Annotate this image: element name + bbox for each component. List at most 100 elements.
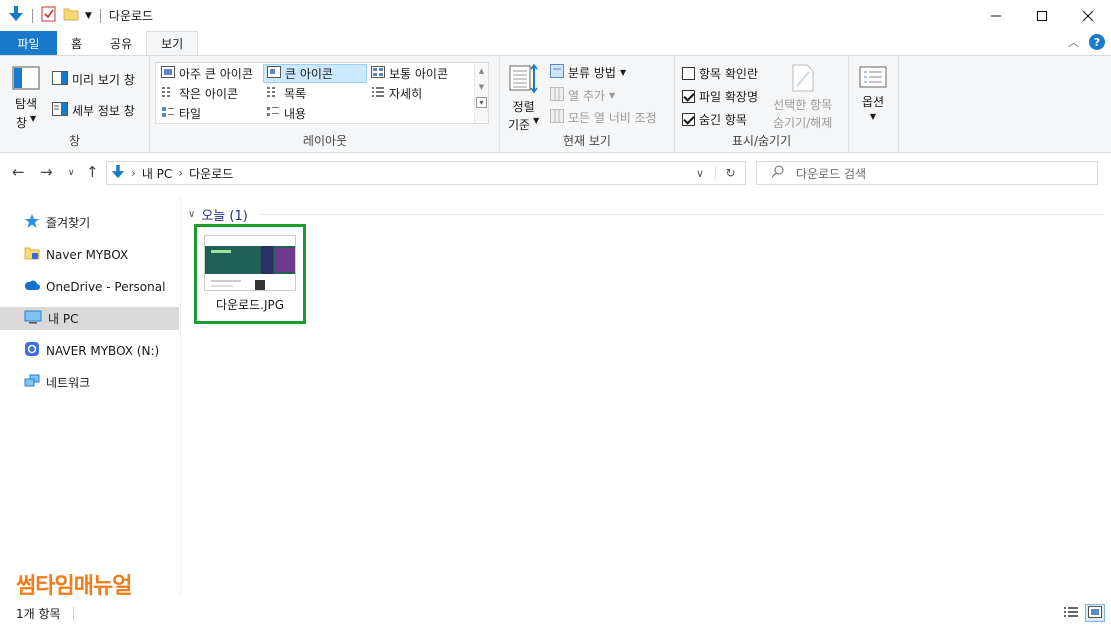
sort-by-button[interactable]: 정렬 기준 ▼: [508, 63, 539, 133]
tab-share[interactable]: 공유: [96, 31, 146, 55]
navigation-pane-icon: [12, 66, 40, 93]
tiles-icon: [161, 106, 175, 121]
item-checkboxes-toggle[interactable]: 항목 확인란: [682, 65, 758, 82]
mybox-folder-icon: [24, 245, 40, 264]
content-icon: [266, 106, 280, 121]
panes-group: 탐색 창 ▼ 미리 보기 창 세부 정보 창 창: [0, 56, 150, 152]
layout-gallery: 아주 큰 아이콘 큰 아이콘 보통 아이콘 작은 아이콘 목록 자세히 타일 내…: [155, 62, 489, 124]
breadcrumb-downloads[interactable]: 다운로드: [189, 165, 233, 182]
list-icon: [266, 86, 280, 101]
details-view-icon: [1063, 606, 1079, 621]
large-icons-icon: [267, 66, 281, 81]
back-arrow-icon[interactable]: ←: [12, 163, 25, 181]
file-item[interactable]: 다운로드.JPG: [194, 224, 306, 324]
layout-gallery-scroll[interactable]: ▲ ▼ ▾: [474, 63, 488, 123]
address-bar[interactable]: › 내 PC › 다운로드 ∨ ↻: [106, 161, 746, 185]
options-icon: [859, 66, 887, 91]
breadcrumb-this-pc[interactable]: 내 PC: [142, 165, 172, 182]
mybox-drive-icon: [24, 341, 40, 360]
computer-icon: [24, 310, 42, 327]
layout-details[interactable]: 자세히: [368, 84, 425, 103]
layout-content[interactable]: 내용: [263, 104, 309, 123]
sidebar-item-network[interactable]: 네트워크: [0, 371, 179, 394]
search-icon: [771, 165, 784, 181]
group-label-show-hide: 표시/숨기기: [731, 134, 792, 148]
forward-arrow-icon[interactable]: →: [40, 163, 53, 181]
show-hide-group: 항목 확인란 파일 확장명 숨긴 항목 선택한 항목 숨기기/해제 표시/숨기기: [675, 56, 849, 152]
chevron-down-icon[interactable]: ∨: [188, 209, 195, 220]
maximize-button[interactable]: [1019, 0, 1065, 31]
search-placeholder: 다운로드 검색: [796, 166, 867, 181]
file-extensions-checkbox[interactable]: [682, 90, 695, 103]
breadcrumb-separator-icon: ›: [131, 166, 136, 180]
sort-by-icon: [509, 63, 539, 97]
search-box[interactable]: 다운로드 검색: [756, 161, 1098, 185]
customize-qat-icon[interactable]: ▼: [85, 11, 92, 21]
item-checkboxes-checkbox[interactable]: [682, 67, 695, 80]
window-title: 다운로드: [108, 9, 154, 23]
downloads-folder-icon: [111, 164, 125, 183]
sidebar-item-onedrive[interactable]: OneDrive - Personal: [0, 275, 179, 298]
tab-file[interactable]: 파일: [0, 31, 57, 55]
sidebar-item-naver-mybox[interactable]: Naver MYBOX: [0, 243, 179, 266]
close-button[interactable]: [1065, 0, 1111, 31]
recent-locations-icon[interactable]: ∨: [68, 168, 75, 178]
file-name: 다운로드.JPG: [215, 298, 285, 312]
options-group: 옵션 ▼: [849, 56, 899, 152]
tab-home[interactable]: 홈: [57, 31, 96, 55]
hidden-items-toggle[interactable]: 숨긴 항목: [682, 111, 747, 128]
layout-large-icons[interactable]: 큰 아이콘: [263, 64, 367, 83]
fit-columns-button[interactable]: 모든 열 너비 조정: [550, 109, 657, 126]
address-dropdown-icon[interactable]: ∨: [685, 167, 715, 180]
details-icon: [371, 86, 385, 101]
hidden-items-checkbox[interactable]: [682, 113, 695, 126]
navigation-pane: 즐겨찾기 Naver MYBOX OneDrive - Personal 내 P…: [0, 197, 181, 597]
small-icons-icon: [161, 86, 175, 101]
watermark-logo: 썸타임매뉴얼: [16, 574, 132, 599]
sidebar-item-naver-mybox-drive[interactable]: NAVER MYBOX (N:): [0, 339, 179, 362]
quick-access-toolbar: ▼: [0, 5, 103, 26]
add-columns-button[interactable]: 열 추가 ▼: [550, 87, 615, 104]
download-arrow-icon: [8, 5, 24, 26]
preview-pane-button[interactable]: 미리 보기 창: [52, 71, 135, 88]
minimize-button[interactable]: [973, 0, 1019, 31]
layout-medium-icons[interactable]: 보통 아이콘: [368, 64, 451, 83]
collapse-ribbon-icon[interactable]: ︿: [1068, 34, 1079, 50]
medium-icons-icon: [371, 66, 385, 81]
layout-extra-large-icons[interactable]: 아주 큰 아이콘: [158, 64, 256, 83]
large-icons-view-button[interactable]: [1085, 604, 1105, 622]
group-label-current-view: 현재 보기: [563, 134, 611, 148]
layout-small-icons[interactable]: 작은 아이콘: [158, 84, 241, 103]
extra-large-icons-icon: [161, 66, 175, 81]
options-button[interactable]: 옵션 ▼: [859, 66, 887, 121]
image-thumbnail: [204, 235, 296, 291]
gallery-expand-icon[interactable]: ▾: [476, 97, 487, 108]
layout-list[interactable]: 목록: [263, 84, 309, 103]
details-view-button[interactable]: [1061, 604, 1081, 622]
title-bar: ▼ 다운로드: [0, 0, 1111, 31]
navigation-pane-button[interactable]: 탐색 창 ▼: [12, 66, 40, 131]
star-icon: [24, 213, 40, 232]
group-header-today[interactable]: ∨ 오늘 (1): [188, 204, 1103, 224]
new-folder-icon[interactable]: [63, 6, 79, 25]
details-pane-icon: [52, 102, 68, 119]
help-icon[interactable]: ?: [1089, 34, 1105, 50]
sidebar-item-quick-access[interactable]: 즐겨찾기: [0, 211, 179, 234]
details-pane-button[interactable]: 세부 정보 창: [52, 102, 135, 119]
ribbon-tabs: 파일 홈 공유 보기 ︿ ?: [0, 31, 1111, 55]
group-header-label: 오늘 (1): [201, 208, 248, 224]
group-by-icon: [550, 64, 564, 81]
preview-pane-icon: [52, 71, 68, 88]
group-by-button[interactable]: 분류 방법 ▼: [550, 64, 626, 81]
tab-view[interactable]: 보기: [146, 31, 199, 55]
refresh-icon[interactable]: ↻: [715, 166, 745, 180]
sidebar-item-this-pc[interactable]: 내 PC: [0, 307, 179, 330]
file-extensions-toggle[interactable]: 파일 확장명: [682, 88, 758, 105]
properties-icon[interactable]: [41, 6, 57, 25]
scroll-up-icon[interactable]: ▲: [475, 67, 488, 75]
scroll-down-icon[interactable]: ▼: [475, 83, 488, 91]
up-arrow-icon[interactable]: ↑: [86, 163, 99, 181]
layout-tiles[interactable]: 타일: [158, 104, 204, 123]
status-bar: 1개 항목: [0, 600, 1111, 627]
hide-selected-items-button[interactable]: 선택한 항목 숨기기/해제: [773, 64, 832, 131]
